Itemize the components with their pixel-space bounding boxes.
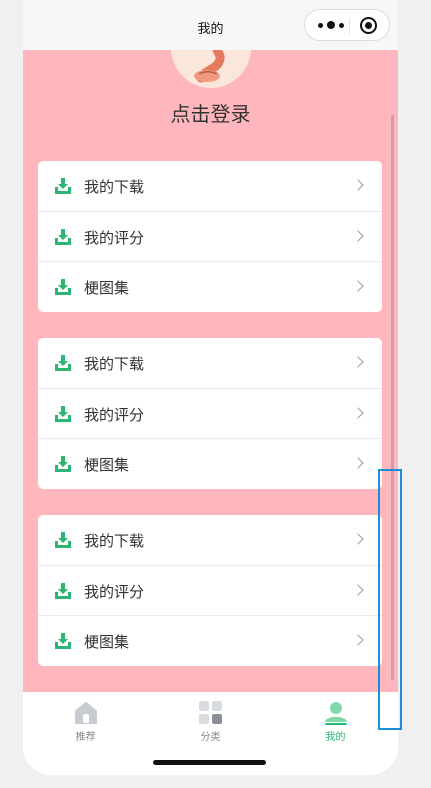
tab-recommend[interactable]: 推荐	[23, 692, 148, 752]
menu-item-meme-collection[interactable]: 梗图集	[38, 615, 382, 666]
menu-item-label: 梗图集	[84, 633, 130, 651]
download-icon	[55, 229, 71, 245]
capsule-divider	[349, 18, 350, 34]
menu-item-ratings[interactable]: 我的评分	[38, 388, 382, 439]
login-prompt[interactable]: 点击登录	[23, 98, 398, 127]
menu-item-meme-collection[interactable]: 梗图集	[38, 261, 382, 312]
download-icon	[55, 633, 71, 649]
download-icon	[55, 178, 71, 194]
menu-item-label: 梗图集	[84, 279, 130, 297]
tab-label: 我的	[325, 732, 346, 743]
dot-icon	[327, 21, 335, 29]
menu-item-downloads[interactable]: 我的下载	[38, 161, 382, 211]
home-icon	[75, 702, 97, 724]
close-miniprogram-button[interactable]	[360, 17, 377, 34]
chevron-right-icon	[352, 457, 364, 469]
download-icon	[55, 406, 71, 422]
chevron-right-icon	[352, 280, 364, 292]
menu-item-label: 梗图集	[84, 456, 130, 474]
chevron-right-icon	[352, 230, 364, 242]
menu-card: 我的下载 我的评分 梗图集	[38, 161, 382, 312]
menu-item-downloads[interactable]: 我的下载	[38, 515, 382, 565]
chevron-right-icon	[352, 407, 364, 419]
dot-icon	[339, 22, 344, 28]
menu-item-downloads[interactable]: 我的下载	[38, 338, 382, 388]
menu-item-ratings[interactable]: 我的评分	[38, 565, 382, 616]
download-icon	[55, 355, 71, 371]
tab-label: 分类	[200, 732, 221, 743]
chevron-right-icon	[352, 356, 364, 368]
menu-item-label: 我的评分	[84, 229, 145, 247]
home-indicator	[153, 760, 266, 765]
more-menu-button[interactable]	[313, 16, 349, 34]
menu-card: 我的下载 我的评分 梗图集	[38, 515, 382, 666]
chevron-right-icon	[352, 584, 364, 596]
download-icon	[55, 532, 71, 548]
menu-item-ratings[interactable]: 我的评分	[38, 211, 382, 262]
menu-item-meme-collection[interactable]: 梗图集	[38, 438, 382, 489]
avatar-illustration	[194, 50, 225, 83]
menu-item-label: 我的下载	[84, 532, 145, 550]
download-icon	[55, 583, 71, 599]
highlight-frame	[378, 469, 402, 730]
download-icon	[55, 279, 71, 295]
avatar[interactable]	[171, 50, 251, 88]
menu-item-label: 我的评分	[84, 406, 145, 424]
chevron-right-icon	[352, 634, 364, 646]
tab-category[interactable]: 分类	[148, 692, 273, 752]
download-icon	[55, 456, 71, 472]
menu-card: 我的下载 我的评分 梗图集	[38, 338, 382, 489]
tab-label: 推荐	[75, 732, 96, 743]
dot-icon	[318, 22, 323, 28]
chevron-right-icon	[352, 533, 364, 545]
menu-item-label: 我的下载	[84, 355, 145, 373]
miniprogram-capsule	[304, 9, 390, 41]
title-bar: 我的	[23, 0, 398, 50]
menu-item-label: 我的评分	[84, 583, 145, 601]
profile-content: 点击登录 我的下载 我的评分 梗图集 我的下载 我的评分 梗图集 我的下载 我的…	[23, 50, 398, 692]
category-grid-icon	[199, 701, 222, 724]
chevron-right-icon	[352, 179, 364, 191]
profile-icon	[325, 702, 347, 725]
phone-frame: 我的 点击登录 我的下载 我的评分 梗图集 我的下载 我的评分 梗图集 我的下载…	[23, 0, 398, 775]
menu-item-label: 我的下载	[84, 178, 145, 196]
